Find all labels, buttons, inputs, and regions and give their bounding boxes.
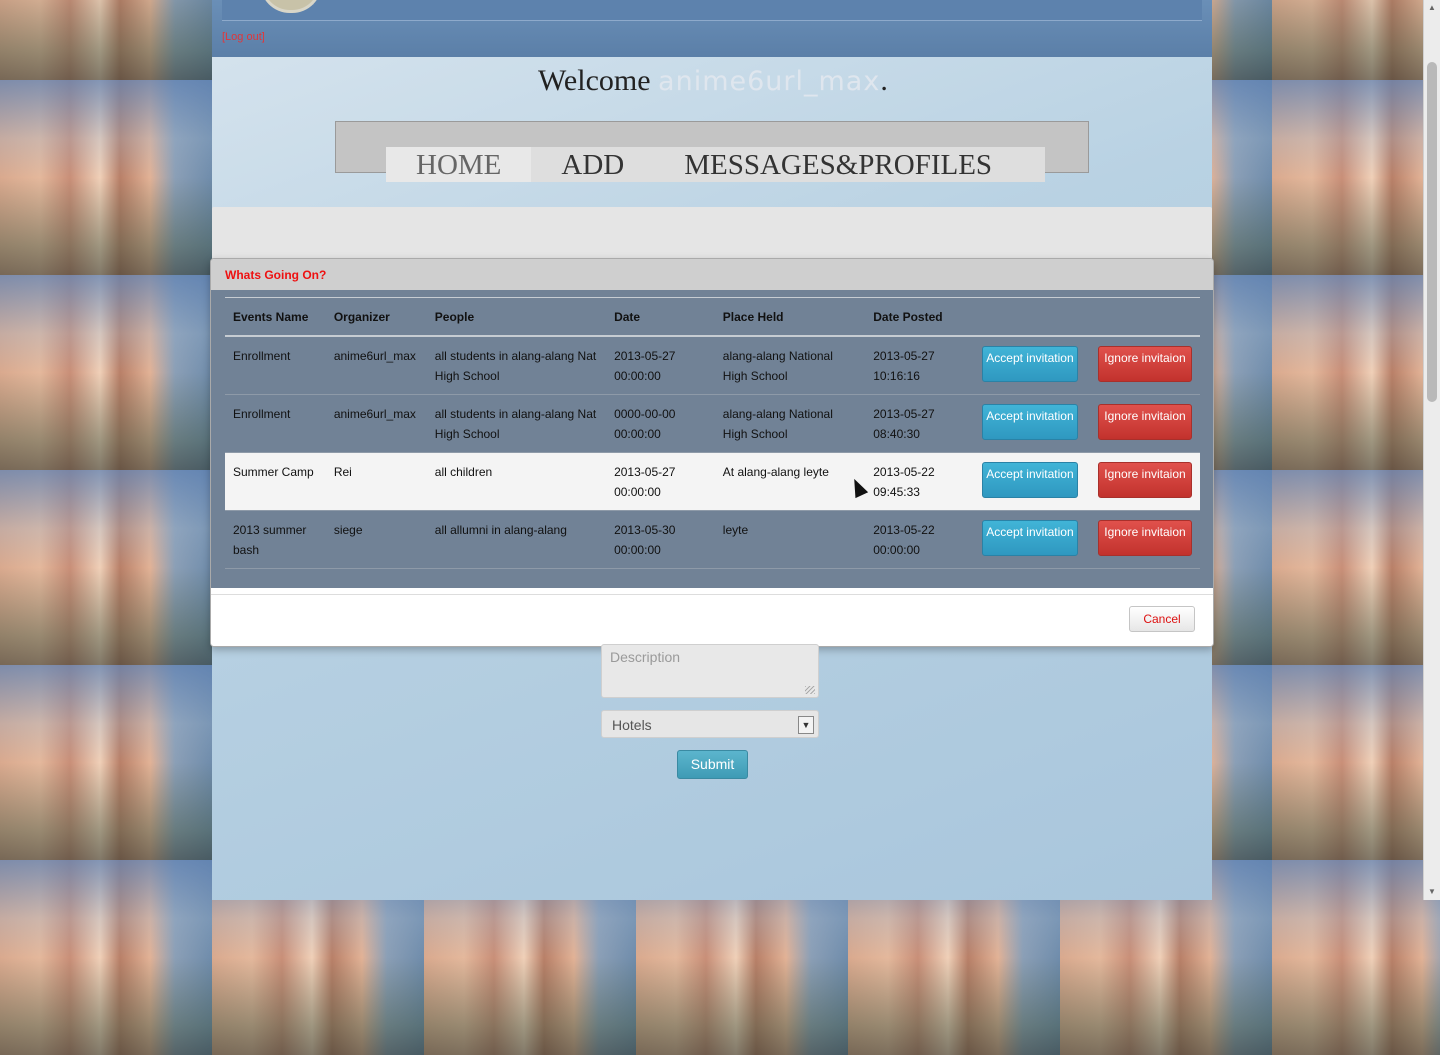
modal-header: Whats Going On? (211, 259, 1213, 291)
accept-invitation-button[interactable]: Accept invitation (981, 520, 1078, 556)
cell-date: 2013-05-27 00:00:00 (606, 452, 715, 511)
table-row: Enrollment anime6url_max all students in… (225, 394, 1200, 453)
welcome-label: Welcome (538, 64, 659, 97)
cell-ignore: Ignore invitaion (1090, 510, 1200, 569)
cell-place: alang-alang National High School (714, 336, 866, 395)
nav-messages-profiles[interactable]: MESSAGES&PROFILES (654, 147, 1022, 182)
col-date: Date (606, 297, 715, 337)
submit-button[interactable]: Submit (677, 750, 748, 779)
cell-people: all children (426, 452, 607, 511)
cell-posted: 2013-05-27 08:40:30 (865, 394, 974, 453)
scroll-thumb[interactable] (1427, 62, 1437, 402)
welcome-suffix: . (880, 64, 888, 97)
cell-people: all students in alang-alang Nat High Sch… (426, 336, 607, 395)
cell-accept: Accept invitation (973, 510, 1090, 569)
main-nav: HOME ADD MESSAGES&PROFILES (386, 147, 1045, 182)
cell-place: At alang-alang leyte (714, 452, 866, 511)
cancel-button[interactable]: Cancel (1129, 606, 1195, 632)
site-logo (260, 0, 322, 13)
ignore-invitation-button[interactable]: Ignore invitaion (1098, 462, 1192, 498)
ignore-invitation-button[interactable]: Ignore invitaion (1098, 520, 1192, 556)
col-events-name: Events Name (225, 297, 326, 337)
cell-organizer: Rei (325, 452, 427, 511)
col-people: People (426, 297, 607, 337)
modal-footer: Cancel (211, 594, 1213, 646)
cell-ignore: Ignore invitaion (1090, 394, 1200, 453)
col-ignore (1090, 297, 1200, 337)
nav-home[interactable]: HOME (386, 147, 532, 182)
events-modal: Whats Going On? Events Name Organizer Pe… (210, 258, 1214, 647)
cell-event: Enrollment (225, 394, 326, 453)
cell-date: 0000-00-00 00:00:00 (606, 394, 715, 453)
cell-posted: 2013-05-27 10:16:16 (865, 336, 974, 395)
modal-body: Events Name Organizer People Date Place … (211, 290, 1213, 588)
category-select[interactable]: Hotels ▼ (601, 710, 819, 738)
cell-accept: Accept invitation (973, 394, 1090, 453)
resize-grip-icon[interactable] (805, 686, 815, 694)
cell-people: all allumni in alang-alang (426, 510, 607, 569)
page-scrollbar[interactable]: ▲ ▼ (1423, 0, 1440, 900)
scroll-up-icon[interactable]: ▲ (1427, 3, 1437, 13)
table-row: Summer Camp Rei all children 2013-05-27 … (225, 452, 1200, 511)
ignore-invitation-button[interactable]: Ignore invitaion (1098, 346, 1192, 382)
modal-title: Whats Going On? (225, 268, 327, 282)
cell-organizer: anime6url_max (325, 394, 427, 453)
cell-event: 2013 summer bash (225, 510, 326, 569)
description-placeholder: Description (610, 649, 681, 665)
accept-invitation-button[interactable]: Accept invitation (981, 346, 1078, 382)
welcome-message: Welcome anime6url_max. (538, 64, 888, 98)
col-accept (973, 297, 1090, 337)
col-organizer: Organizer (325, 297, 427, 337)
cell-ignore: Ignore invitaion (1090, 336, 1200, 395)
cell-posted: 2013-05-22 00:00:00 (865, 510, 974, 569)
category-selected-value: Hotels (612, 717, 652, 733)
modal-backdrop-strip (212, 207, 1212, 259)
username: anime6url_max (658, 66, 881, 97)
cell-accept: Accept invitation (973, 336, 1090, 395)
ignore-invitation-button[interactable]: Ignore invitaion (1098, 404, 1192, 440)
description-textarea[interactable]: Description (601, 644, 819, 698)
dropdown-arrow-icon[interactable]: ▼ (798, 716, 814, 734)
top-header-bar: [Log out] (212, 0, 1212, 57)
cell-place: alang-alang National High School (714, 394, 866, 453)
events-table: Events Name Organizer People Date Place … (225, 297, 1200, 569)
col-place-held: Place Held (714, 297, 866, 337)
cell-organizer: anime6url_max (325, 336, 427, 395)
cell-event: Enrollment (225, 336, 326, 395)
cell-event: Summer Camp (225, 452, 326, 511)
table-row: Enrollment anime6url_max all students in… (225, 336, 1200, 395)
cell-organizer: siege (325, 510, 427, 569)
accept-invitation-button[interactable]: Accept invitation (981, 462, 1078, 498)
accept-invitation-button[interactable]: Accept invitation (981, 404, 1078, 440)
table-row: 2013 summer bash siege all allumni in al… (225, 510, 1200, 569)
nav-add[interactable]: ADD (531, 147, 654, 182)
cell-accept: Accept invitation (973, 452, 1090, 511)
logout-link[interactable]: [Log out] (222, 31, 265, 43)
scroll-down-icon[interactable]: ▼ (1427, 887, 1437, 897)
cell-place: leyte (714, 510, 866, 569)
table-header-row: Events Name Organizer People Date Place … (225, 297, 1200, 337)
col-date-posted: Date Posted (865, 297, 974, 337)
header-banner (222, 0, 1202, 21)
cell-posted: 2013-05-22 09:45:33 (865, 452, 974, 511)
cell-people: all students in alang-alang Nat High Sch… (426, 394, 607, 453)
cell-ignore: Ignore invitaion (1090, 452, 1200, 511)
cell-date: 2013-05-30 00:00:00 (606, 510, 715, 569)
cell-date: 2013-05-27 00:00:00 (606, 336, 715, 395)
